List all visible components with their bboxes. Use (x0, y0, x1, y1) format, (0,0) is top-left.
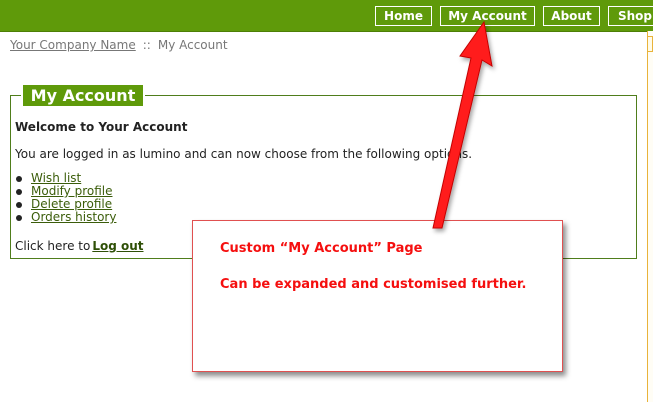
annotation-arrow-icon (432, 20, 493, 229)
